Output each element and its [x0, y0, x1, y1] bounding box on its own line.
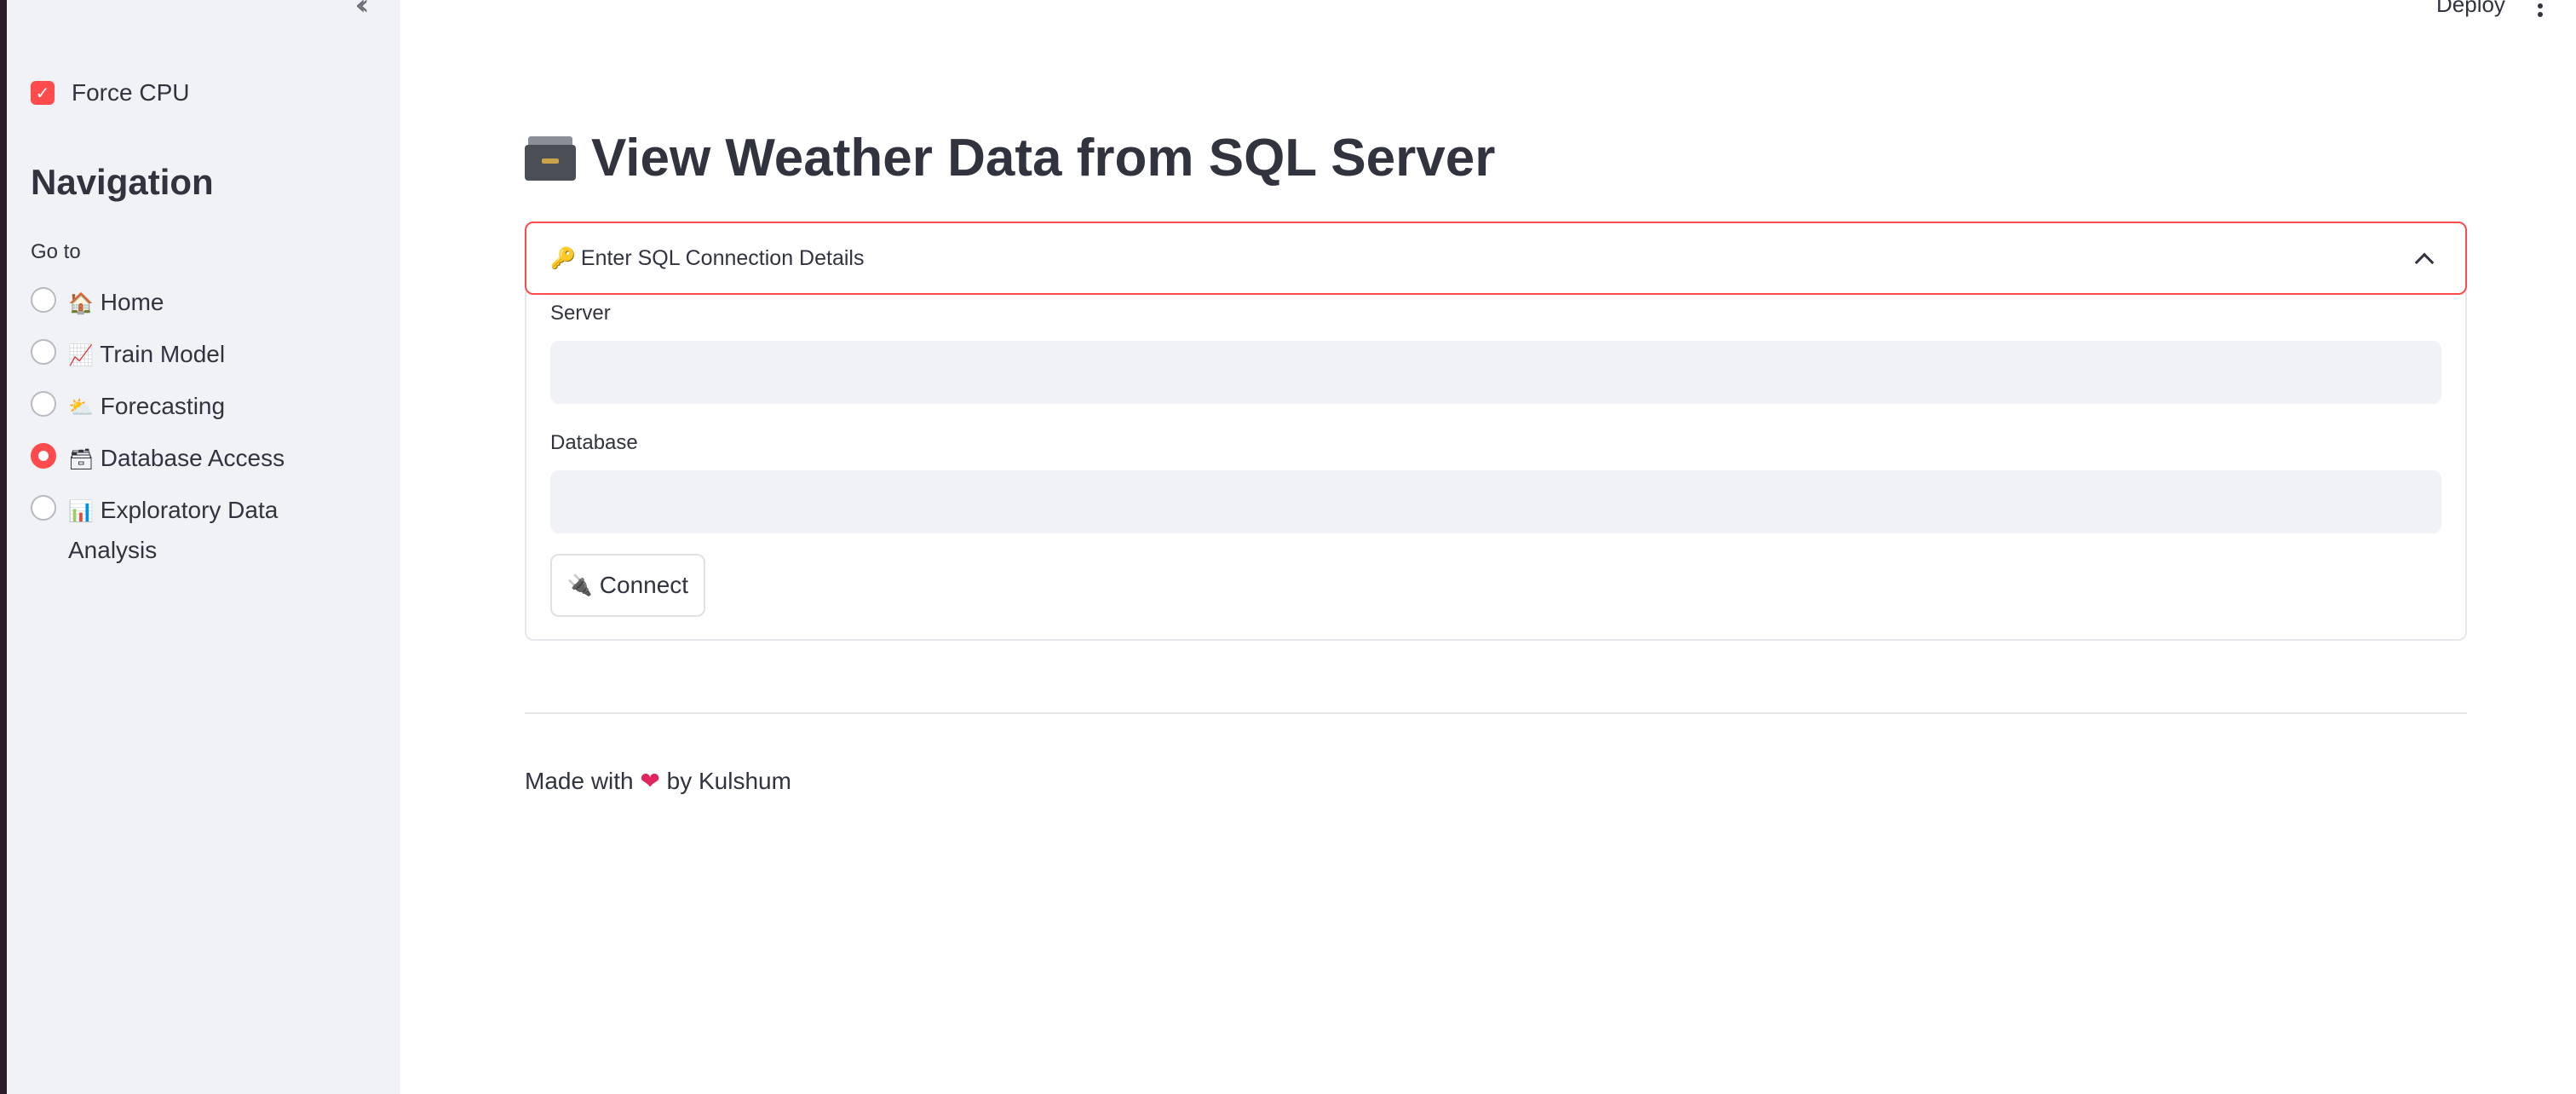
radio-button[interactable]	[31, 339, 56, 365]
connect-label: Connect	[599, 572, 689, 598]
heart-icon: ❤	[640, 767, 660, 795]
navigation-radio-group: 🏠 Home 📈 Train Model ⛅ Forecasting 🗃 Dat…	[31, 283, 290, 582]
nav-item-label: 📈 Train Model	[68, 335, 290, 375]
chart-increasing-icon: 📈	[68, 343, 94, 367]
force-cpu-label: Force CPU	[72, 79, 190, 106]
kebab-menu-icon[interactable]	[2532, 0, 2549, 19]
goto-label: Go to	[31, 240, 81, 263]
sql-connection-expander: 🔑 Enter SQL Connection Details Server Da…	[525, 222, 2467, 641]
nav-item-label: ⛅ Forecasting	[68, 387, 290, 427]
sidebar: ‹‹ ✓ Force CPU Navigation Go to 🏠 Home 📈…	[7, 0, 400, 1094]
nav-item-train-model[interactable]: 📈 Train Model	[31, 335, 290, 375]
radio-button[interactable]	[31, 495, 56, 521]
nav-item-forecasting[interactable]: ⛅ Forecasting	[31, 387, 290, 427]
radio-button[interactable]	[31, 287, 56, 313]
sun-cloud-icon: ⛅	[68, 395, 94, 419]
file-cabinet-icon	[525, 135, 576, 182]
force-cpu-checkbox[interactable]: ✓ Force CPU	[31, 78, 189, 107]
expander-header[interactable]: 🔑 Enter SQL Connection Details	[525, 222, 2467, 295]
window-edge	[0, 0, 7, 1094]
chevron-up-icon[interactable]	[2414, 252, 2435, 273]
bar-chart-icon: 📊	[68, 499, 94, 523]
plug-icon: 🔌	[566, 573, 593, 597]
double-chevron-left-icon: ‹‹	[354, 0, 369, 22]
nav-item-home[interactable]: 🏠 Home	[31, 283, 290, 323]
expander-title: Enter SQL Connection Details	[580, 245, 865, 270]
key-icon: 🔑	[550, 246, 576, 270]
page-title-text: View Weather Data from SQL Server	[591, 129, 1496, 187]
radio-button[interactable]	[31, 391, 56, 417]
nav-item-database-access[interactable]: 🗃 Database Access	[31, 439, 290, 479]
navigation-heading: Navigation	[31, 162, 214, 202]
footer-suffix: by Kulshum	[666, 768, 791, 794]
server-label: Server	[550, 302, 611, 325]
footer-credit: Made with ❤ by Kulshum	[525, 767, 791, 795]
connect-button[interactable]: 🔌 Connect	[550, 554, 705, 617]
collapse-sidebar-button[interactable]: ‹‹	[337, 0, 378, 20]
divider	[525, 712, 2467, 714]
nav-item-label: 📊 Exploratory Data Analysis	[68, 491, 290, 570]
house-icon: 🏠	[68, 291, 94, 315]
database-label: Database	[550, 431, 638, 454]
page-title: View Weather Data from SQL Server	[525, 128, 1495, 188]
deploy-button[interactable]: Deploy	[2436, 0, 2505, 18]
database-input[interactable]	[550, 470, 2441, 533]
file-cabinet-icon: 🗃	[68, 447, 95, 471]
nav-item-label: 🗃 Database Access	[68, 439, 290, 479]
checkbox-checked-icon[interactable]: ✓	[31, 81, 55, 105]
nav-item-exploratory-data-analysis[interactable]: 📊 Exploratory Data Analysis	[31, 491, 290, 570]
app-window: ‹‹ ✓ Force CPU Navigation Go to 🏠 Home 📈…	[0, 0, 2576, 1094]
server-input[interactable]	[550, 341, 2441, 404]
radio-button-selected[interactable]	[31, 443, 56, 469]
nav-item-label: 🏠 Home	[68, 283, 290, 323]
footer-prefix: Made with	[525, 768, 634, 794]
